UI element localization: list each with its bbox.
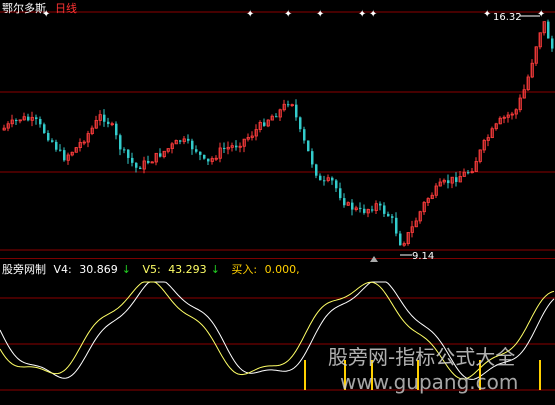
candle-body [63, 150, 66, 161]
candle-body [235, 145, 238, 148]
star-marker-icon: ✦ [358, 9, 366, 20]
v4-label: V4: [53, 263, 72, 276]
candle-body [47, 132, 50, 141]
down-arrow-icon: ↓ [121, 263, 131, 276]
candle-body [119, 135, 122, 150]
candle-body [115, 123, 118, 136]
candle-body [199, 151, 202, 155]
star-marker-icon: ✦ [284, 9, 292, 20]
candle-body [339, 188, 342, 199]
candle-body [467, 172, 470, 174]
candle-body [447, 180, 450, 184]
candle-body [299, 117, 302, 130]
candle-body [391, 216, 394, 218]
triangle-marker-icon [370, 256, 378, 262]
candle-body [359, 207, 362, 209]
candle-body [123, 149, 126, 151]
candle-body [51, 140, 54, 142]
star-marker-icon: ✦ [537, 9, 545, 20]
buy-label: 买入: [231, 263, 258, 276]
down-arrow-icon: ↓ [210, 263, 220, 276]
candle-body [131, 157, 134, 163]
buy-value: 0.000, [264, 263, 300, 276]
period-label[interactable]: 日线 [55, 0, 77, 16]
v5-label: V5: [142, 263, 161, 276]
star-marker-icon: ✦ [316, 9, 324, 20]
candle-body [547, 21, 550, 39]
high-price-label: 16.32 [493, 12, 522, 23]
candle-body [343, 198, 346, 206]
low-price-label: 9.14 [412, 251, 434, 262]
candle-body [207, 158, 210, 162]
candle-body [387, 213, 390, 217]
candle-body [307, 140, 310, 152]
star-marker-icon: ✦ [369, 9, 377, 20]
candle-body [107, 121, 110, 124]
candle-body [223, 147, 226, 149]
candle-body [295, 104, 298, 118]
candle-body [35, 117, 38, 119]
candle-body [363, 208, 366, 213]
candle-body [187, 138, 190, 141]
candle-body [159, 153, 162, 157]
candle-body [351, 202, 354, 210]
candle-body [395, 217, 398, 234]
candle-body [323, 180, 326, 182]
candle-body [275, 116, 278, 118]
candle-body [399, 233, 402, 246]
v4-value: 30.869 [79, 263, 118, 276]
candle-body [331, 177, 334, 181]
candle-body [371, 209, 374, 211]
candle-body [15, 120, 18, 122]
candle-body [103, 114, 106, 122]
indicator-name: 股旁网制 [2, 263, 46, 276]
candle-body [287, 104, 290, 106]
candle-body [311, 151, 314, 165]
candle-body [195, 149, 198, 152]
candle-body [379, 203, 382, 206]
indicator-header: 股旁网制 V4: 30.869 ↓ V5: 43.293 ↓ 买入: 0.000, [2, 261, 308, 277]
candle-body [59, 149, 62, 151]
candle-body [27, 116, 30, 121]
candle-body [147, 160, 150, 163]
candle-body [455, 177, 458, 182]
v5-value: 43.293 [168, 263, 207, 276]
candle-body [179, 140, 182, 142]
candle-body [39, 118, 42, 125]
candle-body [43, 124, 46, 133]
candle-body [303, 129, 306, 141]
candle-body [315, 164, 318, 176]
star-marker-icon: ✦ [483, 9, 491, 20]
watermark-url: www.gupang.com [340, 370, 519, 394]
candle-body [319, 175, 322, 181]
candle-body [191, 140, 194, 150]
candle-body [335, 180, 338, 189]
stock-name: 鄂尔多斯 [2, 2, 46, 15]
candle-body [127, 149, 130, 158]
watermark-title: 股旁网-指标公式大全 [328, 345, 516, 369]
candle-body [55, 141, 58, 150]
candle-body [383, 205, 386, 214]
candle-body [203, 154, 206, 159]
candle-body [139, 167, 142, 170]
candle-body [263, 122, 266, 126]
candle-body [551, 38, 554, 49]
candle-body [135, 162, 138, 168]
star-marker-icon: ✦ [246, 9, 254, 20]
